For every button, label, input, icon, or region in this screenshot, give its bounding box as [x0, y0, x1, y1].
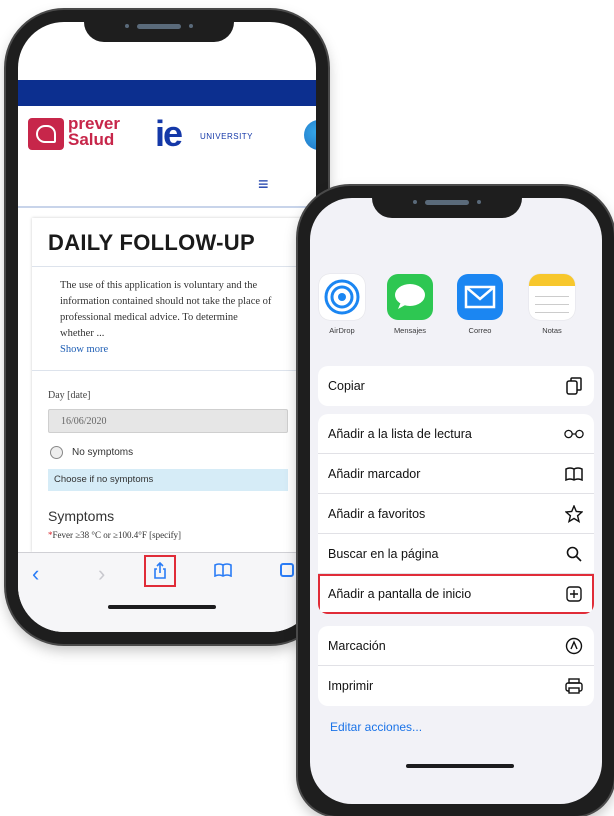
home-indicator — [406, 764, 514, 768]
action-bookmark[interactable]: Añadir marcador — [318, 454, 594, 494]
followup-form: DAILY FOLLOW-UP The use of this applicat… — [32, 218, 316, 552]
disclaimer-text: The use of this application is voluntary… — [60, 280, 272, 339]
action-markup[interactable]: Marcación — [318, 626, 594, 666]
share-app-airdrop[interactable]: AirDrop — [314, 274, 370, 335]
printer-icon — [564, 676, 584, 696]
messages-icon — [387, 274, 433, 320]
chevron-right-icon[interactable]: › — [98, 561, 105, 587]
site-logos: prever Salud ie UNIVERSITY — [28, 113, 316, 160]
divider — [32, 370, 316, 371]
prever-salud-logo-icon — [28, 118, 64, 150]
chevron-left-icon[interactable]: ‹ — [32, 561, 39, 587]
home-indicator — [108, 605, 216, 609]
show-more-link[interactable]: Show more — [60, 344, 108, 355]
share-app-label: Mensajes — [393, 326, 427, 335]
action-add-to-home-screen[interactable]: Añadir a pantalla de inicio — [318, 574, 594, 614]
share-app-label: AirDrop — [329, 326, 355, 335]
ie-university-label: UNIVERSITY — [200, 132, 254, 141]
book-icon — [564, 464, 584, 484]
action-group-main: Añadir a la lista de lectura Añadir marc… — [318, 414, 594, 614]
fever-label: *Fever ≥38 °C or ≥100.4°F [specify] — [48, 530, 182, 540]
prever-salud-logo: prever Salud — [68, 114, 120, 149]
share-icon[interactable] — [144, 555, 176, 587]
page-title: DAILY FOLLOW-UP — [48, 230, 255, 255]
divider — [18, 206, 316, 208]
glasses-icon — [564, 424, 584, 444]
add-square-icon — [564, 584, 584, 604]
airdrop-icon — [319, 274, 365, 320]
no-symptoms-label: No symptoms — [72, 447, 134, 458]
notes-icon — [529, 274, 575, 320]
share-app-mensajes[interactable]: Mensajes — [382, 274, 438, 335]
partner-logo-icon — [304, 120, 316, 150]
day-input[interactable]: 16/06/2020 — [48, 409, 288, 433]
left-phone: prever Salud ie UNIVERSITY ≡ DAILY FOLLO… — [6, 10, 328, 644]
edit-actions-link[interactable]: Editar acciones... — [330, 720, 422, 734]
share-apps-row: AirDrop Mensajes Correo Notas — [310, 274, 602, 354]
share-sheet: AirDrop Mensajes Correo Notas Copiar Aña… — [310, 198, 602, 804]
notch — [372, 186, 522, 218]
ie-logo: ie — [155, 113, 183, 154]
divider — [32, 266, 316, 267]
no-symptoms-radio[interactable] — [50, 446, 63, 459]
action-reading-list[interactable]: Añadir a la lista de lectura — [318, 414, 594, 454]
search-icon — [564, 544, 584, 564]
action-copy[interactable]: Copiar — [318, 366, 594, 406]
action-group-copy: Copiar — [318, 366, 594, 406]
safari-toolbar: ‹ › — [18, 552, 316, 632]
star-icon — [564, 504, 584, 524]
site-header-band — [18, 80, 316, 106]
hamburger-icon[interactable]: ≡ — [258, 174, 269, 195]
markup-icon — [564, 636, 584, 656]
no-symptoms-hint: Choose if no symptoms — [48, 469, 288, 491]
share-app-correo[interactable]: Correo — [452, 274, 508, 335]
share-app-label: Correo — [468, 326, 492, 335]
mail-icon — [457, 274, 503, 320]
right-phone: AirDrop Mensajes Correo Notas Copiar Aña… — [298, 186, 614, 816]
share-app-notas[interactable]: Notas — [524, 274, 580, 335]
share-app-label: Notas — [542, 326, 562, 335]
action-print[interactable]: Imprimir — [318, 666, 594, 706]
notch — [84, 10, 234, 42]
browser-screen: prever Salud ie UNIVERSITY ≡ DAILY FOLLO… — [18, 22, 316, 632]
symptoms-heading: Symptoms — [48, 508, 115, 524]
copy-icon — [564, 376, 584, 396]
action-find-in-page[interactable]: Buscar en la página — [318, 534, 594, 574]
book-icon[interactable] — [214, 563, 232, 582]
action-favorites[interactable]: Añadir a favoritos — [318, 494, 594, 534]
day-label: Day [date] — [48, 390, 91, 401]
tabs-icon[interactable] — [280, 563, 294, 577]
action-group-extra: Marcación Imprimir — [318, 626, 594, 706]
